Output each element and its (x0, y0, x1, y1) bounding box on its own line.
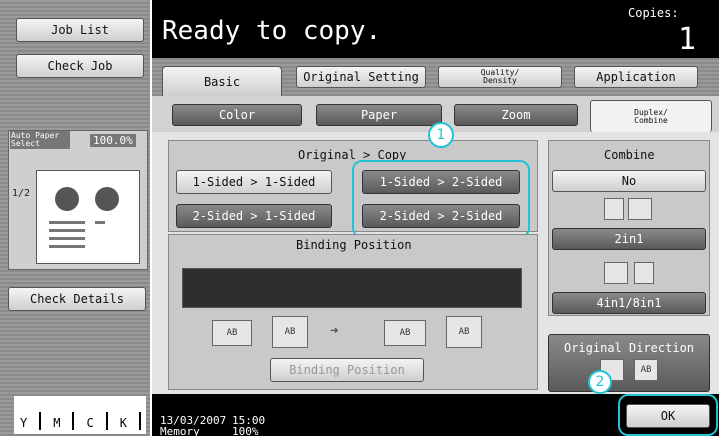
callout-1-badge: 1 (428, 122, 454, 148)
arrow-right-icon: ➜ (330, 323, 339, 339)
toner-c-label: C (86, 416, 94, 430)
combine-no-button[interactable]: No (552, 170, 706, 192)
toner-levels: Y M C K (14, 396, 146, 434)
job-list-button[interactable]: Job List (16, 18, 144, 42)
memory-label: Memory (160, 425, 200, 438)
check-details-button[interactable]: Check Details (8, 287, 146, 311)
copies-mark-icon: 1/2 (12, 188, 31, 199)
two-in-one-button[interactable]: 2in1 (552, 228, 706, 250)
tab-original-setting[interactable]: Original Setting (296, 66, 426, 88)
binding-copy-top-icon: AB (446, 316, 482, 348)
page-thumbnail (36, 170, 140, 264)
tab-application[interactable]: Application (574, 66, 698, 88)
binding-display (182, 268, 522, 308)
binding-copy-left-icon: AB (384, 320, 426, 346)
four-eight-in-one-button[interactable]: 4in1/8in1 (552, 292, 706, 314)
two-to-one-sided-button[interactable]: 2-Sided > 1-Sided (176, 204, 332, 228)
subtab-color[interactable]: Color (172, 104, 302, 126)
direction-landscape-icon: AB (634, 359, 658, 381)
toner-k-label: K (119, 416, 127, 430)
two-in-one-landscape-icon (628, 198, 652, 220)
toner-c-bar (105, 412, 108, 430)
page-thumbnail-graphic (49, 187, 119, 248)
four-in-one-grid-icon (604, 262, 628, 284)
callout-2-badge: 2 (588, 370, 612, 394)
duplex-highlight (352, 160, 530, 238)
check-job-button[interactable]: Check Job (16, 54, 144, 78)
memory-value: 100% (232, 425, 259, 438)
subtab-duplex-combine[interactable]: Duplex/ Combine (590, 100, 712, 132)
copies-value: 1 (678, 22, 697, 57)
binding-title: Binding Position (296, 238, 412, 252)
binding-left-icon: AB (212, 320, 252, 346)
zoom-value: 100.0% (90, 134, 136, 147)
two-in-one-portrait-icon (604, 198, 624, 220)
subtab-zoom[interactable]: Zoom (454, 104, 578, 126)
toner-y-label: Y (20, 416, 28, 430)
original-direction-label: Original Direction (563, 341, 695, 355)
status-message: Ready to copy. (162, 16, 382, 46)
original-direction-button[interactable]: Original Direction AB (548, 334, 710, 392)
subtab-paper[interactable]: Paper (316, 104, 442, 126)
toner-m-bar (72, 412, 75, 430)
toner-m-label: M (53, 416, 61, 430)
combine-title: Combine (604, 148, 655, 162)
binding-top-icon: AB (272, 316, 308, 348)
tab-quality-density[interactable]: Quality/ Density (438, 66, 562, 88)
one-to-one-sided-button[interactable]: 1-Sided > 1-Sided (176, 170, 332, 194)
toner-k-bar (138, 412, 141, 430)
binding-position-button[interactable]: Binding Position (270, 358, 424, 382)
copies-label: Copies: (628, 6, 679, 20)
four-in-one-icons (604, 262, 654, 284)
eight-in-one-grid-icon (634, 262, 654, 284)
two-in-one-icons (604, 198, 652, 220)
toner-y-bar (39, 412, 42, 430)
ok-highlight (618, 394, 718, 436)
paper-select-label: Auto Paper Select (10, 131, 70, 149)
tab-basic[interactable]: Basic (162, 66, 282, 96)
